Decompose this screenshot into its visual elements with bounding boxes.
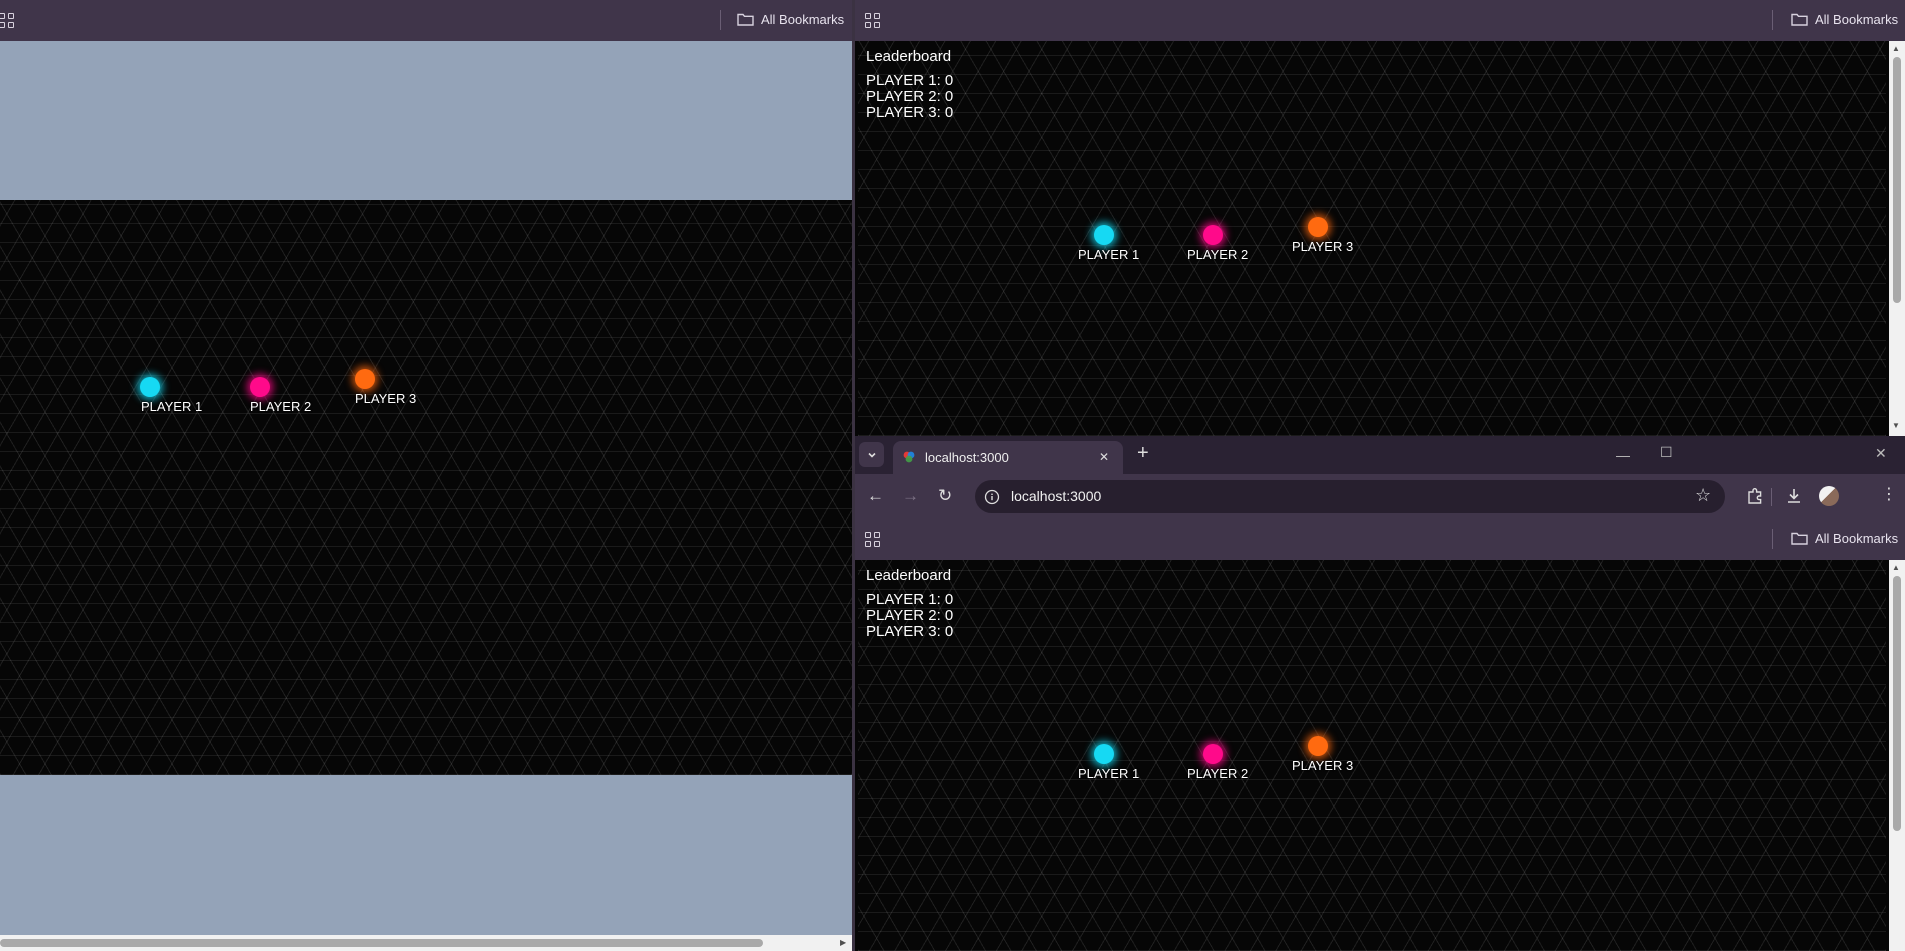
apps-grid-icon[interactable]: [865, 13, 880, 28]
all-bookmarks-button[interactable]: All Bookmarks: [1791, 12, 1898, 27]
chevron-down-icon: [868, 452, 876, 458]
favicon-icon: [903, 451, 915, 463]
all-bookmarks-button[interactable]: All Bookmarks: [737, 12, 844, 27]
folder-icon: [737, 13, 754, 26]
tab-title: localhost:3000: [925, 450, 1009, 465]
maximize-icon[interactable]: ☐: [1660, 445, 1673, 459]
bookmarks-separator: [720, 10, 721, 30]
right-top-browser-window: All Bookmarks Leaderboard PLAYER 1: 0 PL…: [855, 0, 1905, 436]
player-1-avatar: PLAYER 1: [1078, 734, 1139, 781]
leaderboard-entry: PLAYER 2: 0: [866, 88, 954, 105]
tab-close-icon[interactable]: ✕: [1099, 450, 1109, 464]
vertical-scroll-thumb[interactable]: [1893, 576, 1901, 831]
player-3-avatar: PLAYER 3: [1292, 207, 1353, 254]
player-2-dot: [1203, 225, 1223, 245]
vertical-scroll-thumb[interactable]: [1893, 57, 1901, 303]
site-info-icon[interactable]: [984, 489, 1000, 505]
leaderboard-entry: PLAYER 2: 0: [866, 607, 954, 624]
player-1-label: PLAYER 1: [1078, 247, 1140, 262]
address-text[interactable]: localhost:3000: [1011, 488, 1101, 504]
player-1-label: PLAYER 1: [141, 399, 203, 414]
toolbar-separator: [1771, 488, 1772, 506]
player-1-dot: [1094, 225, 1114, 245]
leaderboard: Leaderboard PLAYER 1: 0 PLAYER 2: 0 PLAY…: [866, 568, 953, 640]
horizontal-scroll-thumb[interactable]: [0, 939, 763, 947]
tab-search-button[interactable]: [859, 442, 884, 467]
player-3-avatar: PLAYER 3: [1292, 726, 1353, 773]
player-2-avatar: PLAYER 2: [1187, 215, 1248, 262]
bookmarks-bar: All Bookmarks: [855, 519, 1905, 560]
leaderboard-entry: PLAYER 3: 0: [866, 623, 954, 640]
player-1-label: PLAYER 1: [1078, 766, 1140, 781]
game-canvas[interactable]: Leaderboard PLAYER 1: 0 PLAYER 2: 0 PLAY…: [858, 560, 1886, 951]
game-canvas[interactable]: Leaderboard PLAYER 1: 0 PLAYER 2: 0 PLAY…: [858, 41, 1886, 436]
player-3-label: PLAYER 3: [1292, 239, 1354, 254]
more-menu-icon[interactable]: ⋮: [1881, 485, 1897, 505]
close-window-icon[interactable]: ✕: [1875, 446, 1887, 460]
reload-icon[interactable]: ↻: [938, 486, 952, 506]
leaderboard-title: Leaderboard: [866, 48, 952, 65]
all-bookmarks-label: All Bookmarks: [1815, 12, 1899, 27]
scroll-right-arrow[interactable]: ▶: [840, 938, 846, 948]
player-3-label: PLAYER 3: [355, 391, 417, 406]
player-3-dot: [1308, 736, 1328, 756]
all-bookmarks-label: All Bookmarks: [1815, 531, 1899, 546]
player-1-dot: [1094, 744, 1114, 764]
address-bar[interactable]: localhost:3000 ☆: [975, 480, 1725, 513]
vertical-scrollbar[interactable]: ▲: [1889, 560, 1905, 951]
player-2-label: PLAYER 2: [250, 399, 312, 414]
scroll-down-arrow[interactable]: ▼: [1892, 421, 1900, 431]
leaderboard-entry: PLAYER 3: 0: [866, 104, 954, 121]
player-1-avatar: PLAYER 1: [1078, 215, 1139, 262]
player-3-dot: [1308, 217, 1328, 237]
extensions-icon[interactable]: [1746, 487, 1764, 505]
player-1-avatar: PLAYER 1: [130, 367, 202, 414]
leaderboard-title: Leaderboard: [866, 567, 952, 584]
bookmarks-separator: [1772, 529, 1773, 549]
tab-strip: localhost:3000 ✕ + — ☐ ✕: [855, 436, 1905, 474]
player-2-avatar: PLAYER 2: [240, 367, 311, 414]
player-3-avatar: PLAYER 3: [345, 359, 416, 406]
bookmark-star-icon[interactable]: ☆: [1695, 485, 1711, 506]
all-bookmarks-label: All Bookmarks: [761, 12, 845, 27]
apps-grid-icon[interactable]: [0, 13, 14, 28]
player-2-dot: [250, 377, 270, 397]
player-2-label: PLAYER 2: [1187, 766, 1249, 781]
bookmarks-separator: [1772, 10, 1773, 30]
left-browser-window: All Bookmarks PLAYER 1 PLAYER 2 PLAYER 3…: [0, 0, 852, 951]
folder-icon: [1791, 13, 1808, 26]
game-canvas[interactable]: PLAYER 1 PLAYER 2 PLAYER 3: [0, 200, 852, 775]
back-icon[interactable]: ←: [867, 486, 884, 506]
horizontal-scrollbar[interactable]: ▶: [0, 935, 852, 951]
bookmarks-bar: All Bookmarks: [855, 0, 1905, 41]
scroll-up-arrow[interactable]: ▲: [1892, 44, 1900, 54]
player-1-dot: [140, 377, 160, 397]
bookmarks-bar: All Bookmarks: [0, 0, 852, 41]
right-bottom-browser-window: localhost:3000 ✕ + — ☐ ✕ ← → ↻ localhost…: [855, 436, 1905, 951]
player-3-label: PLAYER 3: [1292, 758, 1354, 773]
player-3-dot: [355, 369, 375, 389]
navigation-toolbar: ← → ↻ localhost:3000 ☆ ⋮: [855, 474, 1905, 519]
vertical-scrollbar[interactable]: ▲ ▼: [1889, 41, 1905, 436]
player-2-label: PLAYER 2: [1187, 247, 1249, 262]
scroll-up-arrow[interactable]: ▲: [1892, 563, 1900, 573]
forward-icon[interactable]: →: [902, 486, 919, 506]
leaderboard: Leaderboard PLAYER 1: 0 PLAYER 2: 0 PLAY…: [866, 49, 953, 121]
leaderboard-entry: PLAYER 1: 0: [866, 591, 954, 608]
minimize-icon[interactable]: —: [1616, 448, 1630, 462]
folder-icon: [1791, 532, 1808, 545]
player-2-dot: [1203, 744, 1223, 764]
download-icon[interactable]: [1785, 487, 1803, 505]
profile-avatar[interactable]: [1819, 486, 1839, 506]
player-2-avatar: PLAYER 2: [1187, 734, 1248, 781]
apps-grid-icon[interactable]: [865, 532, 880, 547]
leaderboard-entry: PLAYER 1: 0: [866, 72, 954, 89]
all-bookmarks-button[interactable]: All Bookmarks: [1791, 531, 1898, 546]
tab-localhost[interactable]: localhost:3000 ✕: [893, 441, 1123, 474]
new-tab-button[interactable]: +: [1137, 442, 1149, 465]
